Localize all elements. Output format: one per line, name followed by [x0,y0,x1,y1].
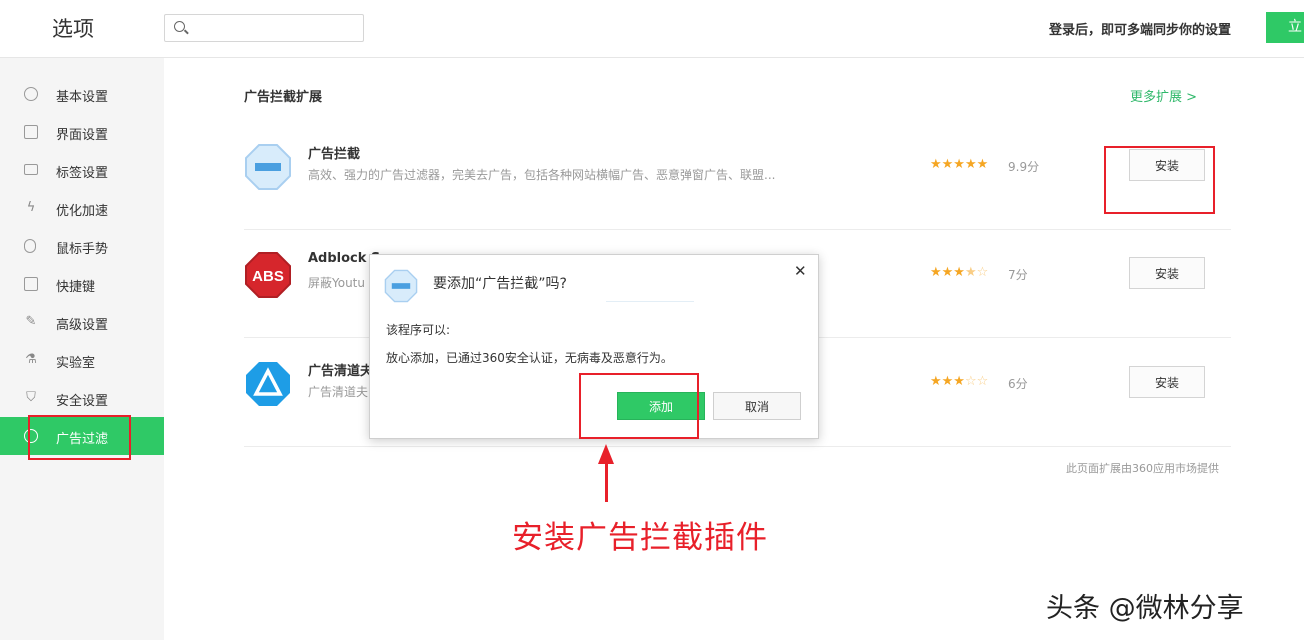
rating-stars: ★★★★☆ [930,265,989,280]
shield-icon: ⛉ [26,390,36,405]
rating-score: 7分 [1008,268,1028,282]
dialog-subtitle: 该程序可以: [386,323,451,337]
sidebar-item-security[interactable]: ⛉ 安全设置 [0,379,164,417]
rating-stars: ★★★☆☆ [930,374,989,389]
login-button[interactable]: 立 [1266,12,1304,43]
dialog-message: 放心添加，已通过360安全认证，无病毒及恶意行为。 [386,351,673,365]
extension-desc: 高效、强力的广告过滤器，完美去广告，包括各种网站横幅广告、恶意弹窗广告、联盟..… [308,168,776,182]
login-tip: 登录后，即可多端同步你的设置 [1049,23,1232,38]
sidebar-item-label: 界面设置 [56,128,109,143]
window-icon [24,125,38,139]
more-extensions-link[interactable]: 更多扩展 > [1130,86,1197,105]
sidebar-item-speed[interactable]: ϟ 优化加速 [0,189,164,227]
arrow-icon [598,444,614,464]
list-item: 广告拦截 高效、强力的广告过滤器，完美去广告，包括各种网站横幅广告、恶意弹窗广告… [244,121,1231,230]
extension-desc: 广告清道夫 [308,385,369,399]
sidebar-item-basic[interactable]: 基本设置 [0,75,164,113]
highlight-box [579,373,699,439]
top-bar: 选项 登录后，即可多端同步你的设置 立 [0,0,1304,58]
annotation-text: 安装广告拦截插件 [512,520,768,556]
gear-icon [24,87,38,101]
sidebar-item-hotkeys[interactable]: 快捷键 [0,265,164,303]
sidebar-item-lab[interactable]: ⚗ 实验室 [0,341,164,379]
install-button[interactable]: 安装 [1129,366,1205,398]
rating-score: 9.9分 [1008,160,1040,174]
wrench-icon: ✎ [25,314,37,329]
sidebar-item-gesture[interactable]: 鼠标手势 [0,227,164,265]
sidebar-item-tabs[interactable]: 标签设置 [0,151,164,189]
abs-stop-sign-icon: ABS [245,252,291,298]
page-title: 选项 [52,17,94,41]
cleaner-triangle-icon [246,362,290,406]
footnote: 此页面扩展由360应用市场提供 [1066,462,1219,475]
keyboard-icon [24,277,38,291]
highlight-box [28,415,131,460]
adblock-octagon-icon [384,269,418,303]
sidebar-item-advanced[interactable]: ✎ 高级设置 [0,303,164,341]
sidebar-item-interface[interactable]: 界面设置 [0,113,164,151]
sidebar-item-label: 安全设置 [56,394,109,409]
tab-icon [24,164,38,175]
sidebar-item-label: 高级设置 [56,318,109,333]
highlight-box [1104,146,1215,214]
rating-stars: ★★★★★ [930,157,989,172]
extension-desc: 屏蔽Youtu [308,276,365,290]
dialog-title: 要添加“广告拦截”吗? [433,276,567,292]
mouse-icon [24,239,36,253]
sidebar-item-label: 优化加速 [56,204,109,219]
sidebar-item-label: 实验室 [56,356,96,371]
close-icon[interactable]: ✕ [794,262,807,280]
search-icon [174,21,185,32]
arrow-shaft [605,462,608,502]
sidebar-item-label: 标签设置 [56,166,109,181]
sidebar: 基本设置 界面设置 标签设置 ϟ 优化加速 鼠标手势 快捷键 ✎ 高级设置 ⚗ … [0,58,164,640]
sidebar-item-label: 基本设置 [56,90,109,105]
cancel-button[interactable]: 取消 [713,392,801,420]
search-input[interactable] [193,18,357,38]
extension-name: 广告拦截 [308,147,361,162]
section-title: 广告拦截扩展 [244,90,323,105]
install-button[interactable]: 安装 [1129,257,1205,289]
rating-score: 6分 [1008,377,1028,391]
lightning-icon: ϟ [26,200,36,215]
sidebar-item-label: 鼠标手势 [56,242,109,257]
extension-name: 广告清道夫 [308,364,374,379]
search-box[interactable] [164,14,364,42]
divider [606,301,694,302]
watermark: 头条 @微林分享 [1046,593,1244,624]
flask-icon: ⚗ [25,352,37,367]
sidebar-item-label: 快捷键 [56,280,96,295]
svg-text:ABS: ABS [252,268,284,285]
adblock-octagon-icon [245,144,291,190]
